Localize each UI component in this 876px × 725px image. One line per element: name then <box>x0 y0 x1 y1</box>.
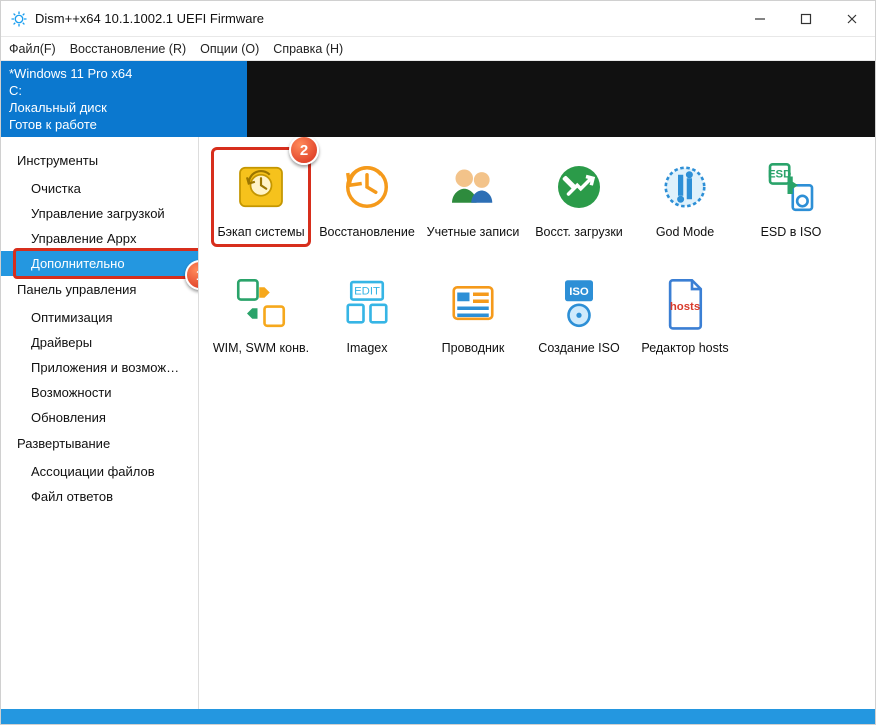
sidebar-item-assoc[interactable]: Ассоциации файлов <box>1 459 198 484</box>
tile-label: Создание ISO <box>538 341 619 356</box>
sidebar-item-unattend[interactable]: Файл ответов <box>1 484 198 509</box>
tile-users[interactable]: Учетные записи <box>421 151 525 261</box>
tile-backup[interactable]: 2 Бэкап системы <box>209 151 313 261</box>
sidebar-head-instruments: Инструменты <box>1 147 198 176</box>
info-blank <box>247 61 875 137</box>
sidebar-head-panel: Панель управления <box>1 276 198 305</box>
sidebar: Инструменты Очистка Управление загрузкой… <box>1 137 199 709</box>
createiso-icon: ISO <box>547 271 611 335</box>
imagex-icon: EDIT <box>335 271 399 335</box>
sidebar-item-advanced-wrap: Дополнительно 1 <box>1 251 198 276</box>
menubar: Файл(F) Восстановление (R) Опции (O) Спр… <box>1 37 875 61</box>
tile-label: Восстановление <box>319 225 415 240</box>
sidebar-item-cleanup[interactable]: Очистка <box>1 176 198 201</box>
sidebar-item-optimize[interactable]: Оптимизация <box>1 305 198 330</box>
tile-restore[interactable]: Восстановление <box>315 151 419 261</box>
bootrepair-icon <box>547 155 611 219</box>
menu-file[interactable]: Файл(F) <box>9 42 56 56</box>
app-window: Dism++x64 10.1.1002.1 UEFI Firmware Файл… <box>0 0 876 725</box>
status-bar <box>1 709 875 724</box>
tile-wimswm[interactable]: WIM, SWM конв. <box>209 267 313 377</box>
users-icon <box>441 155 505 219</box>
svg-text:ISO: ISO <box>569 286 589 298</box>
tile-godmode[interactable]: God Mode <box>633 151 737 261</box>
sidebar-item-drivers[interactable]: Драйверы <box>1 330 198 355</box>
tile-label: Imagex <box>347 341 388 356</box>
sidebar-item-features[interactable]: Приложения и возможнос <box>1 355 198 380</box>
sidebar-item-bootmgr[interactable]: Управление загрузкой <box>1 201 198 226</box>
tile-label: Восст. загрузки <box>535 225 623 240</box>
info-os: *Windows 11 Pro x64 <box>9 65 239 82</box>
tile-bootrepair[interactable]: Восст. загрузки <box>527 151 631 261</box>
sidebar-item-caps[interactable]: Возможности <box>1 380 198 405</box>
sidebar-head-deploy: Развертывание <box>1 430 198 459</box>
tile-label: ESD в ISO <box>761 225 822 240</box>
svg-text:hosts: hosts <box>670 301 700 313</box>
sidebar-item-appx[interactable]: Управление Appx <box>1 226 198 251</box>
tile-esd2iso[interactable]: ESD ESD в ISO <box>739 151 843 261</box>
tile-label: Учетные записи <box>427 225 520 240</box>
godmode-icon <box>653 155 717 219</box>
tile-label: Проводник <box>442 341 505 356</box>
wimswm-icon <box>229 271 293 335</box>
restore-icon <box>335 155 399 219</box>
window-title: Dism++x64 10.1.1002.1 UEFI Firmware <box>35 11 264 26</box>
tile-label: Редактор hosts <box>641 341 728 356</box>
tile-label: Бэкап системы <box>217 225 304 240</box>
close-button[interactable] <box>829 1 875 36</box>
menu-help[interactable]: Справка (H) <box>273 42 343 56</box>
sidebar-item-updates[interactable]: Обновления <box>1 405 198 430</box>
info-panel: *Windows 11 Pro x64 C: Локальный диск Го… <box>1 61 875 137</box>
tile-hosts[interactable]: hosts Редактор hosts <box>633 267 737 377</box>
backup-icon <box>229 155 293 219</box>
body: Инструменты Очистка Управление загрузкой… <box>1 137 875 709</box>
app-icon <box>9 9 29 29</box>
tile-label: WIM, SWM конв. <box>213 341 309 356</box>
menu-restore[interactable]: Восстановление (R) <box>70 42 186 56</box>
svg-text:EDIT: EDIT <box>354 285 380 297</box>
tool-grid: 2 Бэкап системы <box>199 137 875 709</box>
tile-explorer[interactable]: Проводник <box>421 267 525 377</box>
titlebar: Dism++x64 10.1.1002.1 UEFI Firmware <box>1 1 875 37</box>
esd2iso-icon: ESD <box>759 155 823 219</box>
explorer-icon <box>441 271 505 335</box>
tile-createiso[interactable]: ISO Создание ISO <box>527 267 631 377</box>
system-info[interactable]: *Windows 11 Pro x64 C: Локальный диск Го… <box>1 61 247 137</box>
info-status: Готов к работе <box>9 116 239 133</box>
tile-imagex[interactable]: EDIT Imagex <box>315 267 419 377</box>
info-drive: C: <box>9 82 239 99</box>
maximize-button[interactable] <box>783 1 829 36</box>
hosts-icon: hosts <box>653 271 717 335</box>
menu-options[interactable]: Опции (O) <box>200 42 259 56</box>
info-disk: Локальный диск <box>9 99 239 116</box>
minimize-button[interactable] <box>737 1 783 36</box>
sidebar-item-advanced[interactable]: Дополнительно <box>1 251 198 276</box>
tile-label: God Mode <box>656 225 714 240</box>
